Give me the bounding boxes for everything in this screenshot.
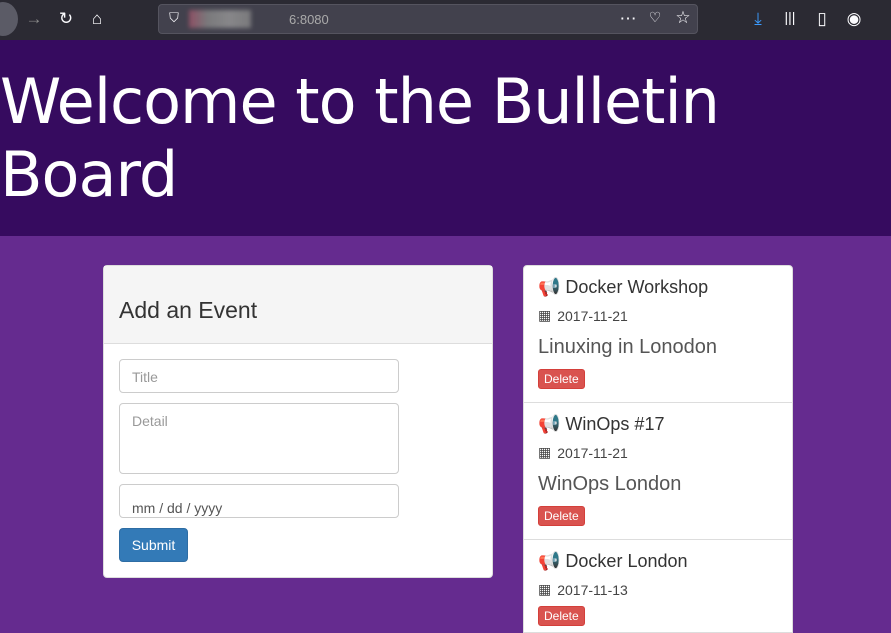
submit-button[interactable]: Submit xyxy=(119,528,188,562)
events-list: 📢 Docker Workshop ▦ 2017-11-21 Linuxing in… xyxy=(523,265,793,633)
delete-button[interactable]: Delete xyxy=(538,369,585,389)
url-text: 6:8080 xyxy=(289,12,329,27)
delete-button[interactable]: Delete xyxy=(538,506,585,526)
bullhorn-icon: 📢 xyxy=(538,551,561,571)
add-event-panel: Add an Event Title Detail mm / dd / yyyy… xyxy=(103,265,493,578)
detail-textarea[interactable]: Detail xyxy=(119,403,399,474)
shield-icon[interactable]: ⛉ xyxy=(163,10,185,26)
event-date: 2017-11-13 xyxy=(557,581,628,598)
browser-toolbar: → ↻ ⌂ ⛉ 6:8080 ⋯ ♡ ☆ ⤓ ||| ▯ ◉ xyxy=(0,0,891,40)
event-title: Docker London xyxy=(565,551,688,571)
account-icon[interactable]: ◉ xyxy=(843,9,865,29)
more-icon[interactable]: ⋯ xyxy=(617,9,639,29)
blurred-host xyxy=(189,10,251,28)
calendar-icon: ▦ xyxy=(538,444,552,460)
download-icon[interactable]: ⤓ xyxy=(747,9,769,29)
star-icon[interactable]: ☆ xyxy=(672,8,694,28)
event-item: 📢 WinOps #17 ▦ 2017-11-21 WinOps London De… xyxy=(524,403,792,540)
hero-banner: Welcome to the Bulletin Board xyxy=(0,40,891,236)
event-detail: Linuxing in Lonodon xyxy=(538,336,718,358)
date-input[interactable]: mm / dd / yyyy xyxy=(119,484,399,518)
back-button[interactable] xyxy=(0,2,18,36)
reload-icon[interactable]: ↻ xyxy=(55,9,77,29)
bullhorn-icon: 📢 xyxy=(538,414,561,434)
event-title: WinOps #17 xyxy=(565,414,665,434)
event-date: 2017-11-21 xyxy=(557,444,628,461)
calendar-icon: ▦ xyxy=(538,307,552,323)
title-input[interactable]: Title xyxy=(119,359,399,393)
event-item: 📢 Docker Workshop ▦ 2017-11-21 Linuxing in… xyxy=(524,266,792,403)
event-date: 2017-11-21 xyxy=(557,307,628,324)
home-icon[interactable]: ⌂ xyxy=(86,9,108,29)
event-item: 📢 Docker London ▦ 2017-11-13 Delete xyxy=(524,540,792,632)
event-detail: WinOps London xyxy=(538,473,682,495)
pocket-icon[interactable]: ♡ xyxy=(644,9,666,26)
sidebar-icon[interactable]: ▯ xyxy=(811,9,833,29)
bullhorn-icon: 📢 xyxy=(538,277,561,297)
page-title: Welcome to the Bulletin Board xyxy=(0,65,720,211)
delete-button[interactable]: Delete xyxy=(538,606,585,626)
calendar-icon: ▦ xyxy=(538,581,552,597)
event-title: Docker Workshop xyxy=(565,277,709,297)
library-icon[interactable]: ||| xyxy=(779,9,801,25)
forward-icon[interactable]: → xyxy=(23,9,45,29)
panel-heading: Add an Event xyxy=(104,266,492,344)
address-bar[interactable]: ⛉ 6:8080 ⋯ ♡ ☆ xyxy=(158,4,698,34)
